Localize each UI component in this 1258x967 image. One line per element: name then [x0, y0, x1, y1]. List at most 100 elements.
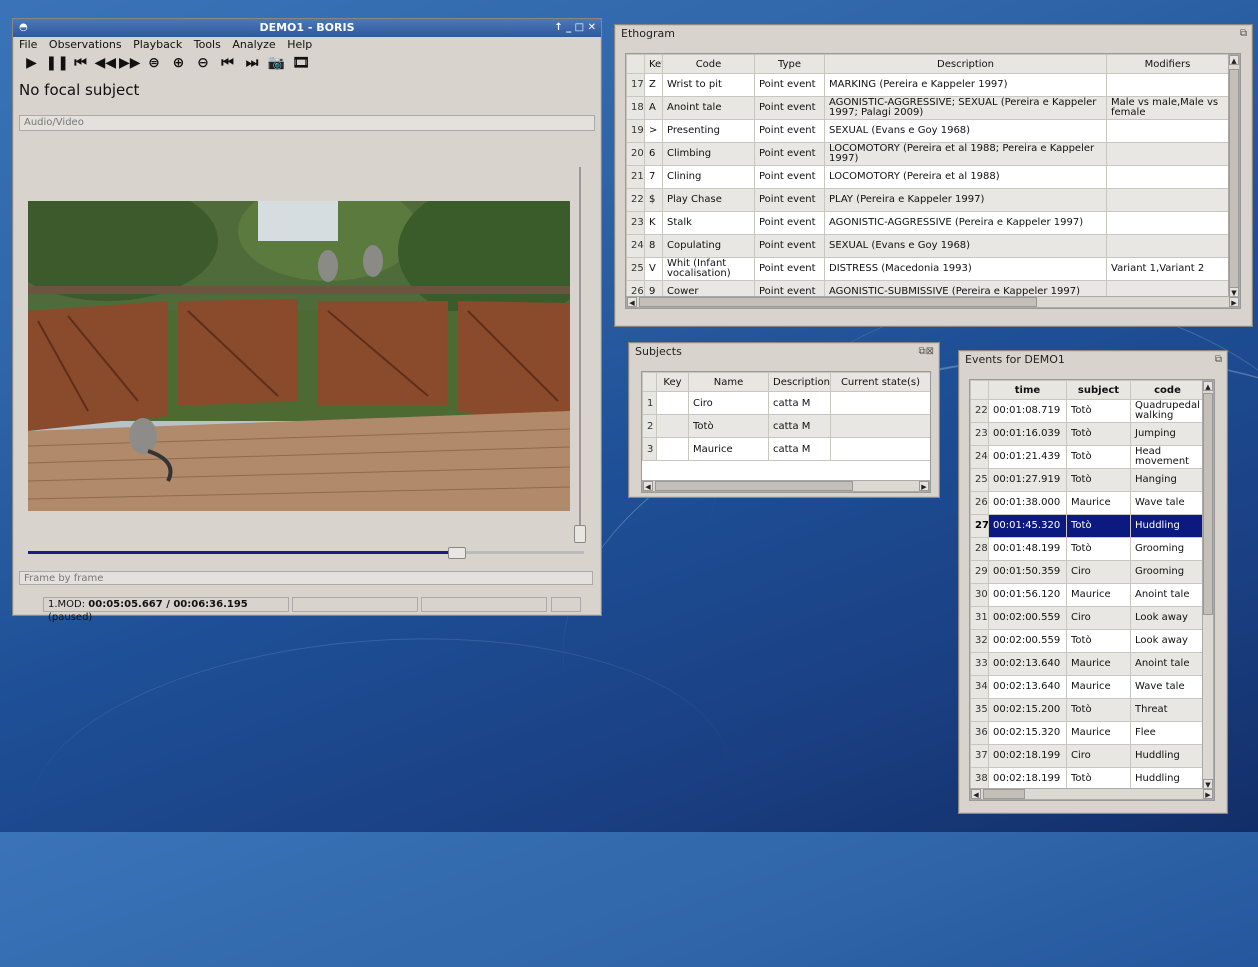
scroll-up-icon[interactable]: ▲	[1229, 55, 1239, 65]
snapshot-camera-icon[interactable]: 📷	[266, 53, 287, 73]
ethogram-cell-description[interactable]: DISTRESS (Macedonia 1993)	[824, 257, 1107, 281]
reset-icon[interactable]: ⏮	[70, 53, 91, 73]
ethogram-cell-description[interactable]: LOCOMOTORY (Pereira et al 1988; Pereira …	[824, 142, 1107, 166]
menu-analyze[interactable]: Analyze	[232, 38, 275, 51]
event-row[interactable]: 22 00:01:08.719 Totò Quadrupedal walking	[970, 399, 1205, 423]
scroll-right-icon[interactable]: ▶	[919, 481, 929, 491]
events-titlebar[interactable]: Events for DEMO1 ⧉	[959, 351, 1227, 369]
event-cell-subject[interactable]: Totò	[1066, 422, 1131, 446]
rewind-icon[interactable]: ◀◀	[95, 53, 117, 73]
subject-cell-name[interactable]: Ciro	[688, 391, 769, 415]
ethogram-row[interactable]: 21 7 Clining Point event LOCOMOTORY (Pereira…	[626, 165, 1229, 189]
ethogram-cell-code[interactable]: Whit (Infant vocalisation)	[662, 257, 755, 281]
fast-forward-icon[interactable]: ▶▶	[119, 53, 141, 73]
events-hscroll[interactable]: ◀ ▶	[970, 788, 1214, 800]
ethogram-cell-type[interactable]: Point event	[754, 234, 825, 258]
pin-icon[interactable]: ↑	[554, 22, 562, 33]
event-cell-subject[interactable]: Totò	[1066, 537, 1131, 561]
event-row-number[interactable]: 35	[970, 698, 989, 722]
event-cell-code[interactable]: Jumping	[1130, 422, 1205, 446]
ethogram-cell-code[interactable]: Climbing	[662, 142, 755, 166]
event-cell-time[interactable]: 00:01:45.320	[988, 514, 1067, 538]
ethogram-row-number[interactable]: 24	[626, 234, 645, 258]
event-cell-subject[interactable]: Maurice	[1066, 583, 1131, 607]
ethogram-cell-description[interactable]: LOCOMOTORY (Pereira et al 1988)	[824, 165, 1107, 189]
event-cell-time[interactable]: 00:02:15.320	[988, 721, 1067, 745]
subject-row-number[interactable]: 3	[642, 437, 657, 461]
ethogram-cell-description[interactable]: AGONISTIC-AGGRESSIVE; SEXUAL (Pereira e …	[824, 96, 1107, 120]
ethogram-header-modifiers[interactable]: Modifiers	[1106, 54, 1229, 74]
ethogram-titlebar[interactable]: Ethogram ⧉	[615, 25, 1252, 43]
speed-up-icon[interactable]: ⊕	[168, 53, 189, 73]
event-cell-code[interactable]: Grooming	[1130, 537, 1205, 561]
event-cell-time[interactable]: 00:02:18.199	[988, 744, 1067, 768]
ethogram-row[interactable]: 25 V Whit (Infant vocalisation) Point event…	[626, 257, 1229, 281]
ethogram-cell-modifiers[interactable]: Variant 1,Variant 2	[1106, 257, 1229, 281]
event-cell-time[interactable]: 00:02:00.559	[988, 606, 1067, 630]
event-row[interactable]: 33 00:02:13.640 Maurice Anoint tale	[970, 652, 1205, 676]
event-cell-subject[interactable]: Totò	[1066, 468, 1131, 492]
ethogram-cell-key[interactable]: >	[644, 119, 663, 143]
event-row[interactable]: 32 00:02:00.559 Totò Look away	[970, 629, 1205, 653]
event-row[interactable]: 34 00:02:13.640 Maurice Wave tale	[970, 675, 1205, 699]
event-cell-code[interactable]: Wave tale	[1130, 675, 1205, 699]
event-row-number[interactable]: 34	[970, 675, 989, 699]
ethogram-cell-modifiers[interactable]	[1106, 234, 1229, 258]
event-cell-code[interactable]: Grooming	[1130, 560, 1205, 584]
ethogram-vscroll[interactable]: ▲ ▼	[1228, 54, 1240, 298]
ethogram-cell-code[interactable]: Anoint tale	[662, 96, 755, 120]
event-cell-subject[interactable]: Maurice	[1066, 675, 1131, 699]
ethogram-cell-type[interactable]: Point event	[754, 257, 825, 281]
pause-icon[interactable]: ❚❚	[46, 53, 69, 73]
events-header-subject[interactable]: subject	[1066, 380, 1131, 400]
subject-cell-key[interactable]	[656, 391, 689, 415]
event-row[interactable]: 36 00:02:15.320 Maurice Flee	[970, 721, 1205, 745]
speed-down-icon[interactable]: ⊖	[193, 53, 214, 73]
scroll-right-icon[interactable]: ▶	[1203, 789, 1213, 799]
ethogram-row-number[interactable]: 23	[626, 211, 645, 235]
ethogram-cell-key[interactable]: 8	[644, 234, 663, 258]
subject-row-number[interactable]: 2	[642, 414, 657, 438]
volume-slider-handle[interactable]	[574, 525, 586, 543]
event-row[interactable]: 24 00:01:21.439 Totò Head movement	[970, 445, 1205, 469]
event-cell-code[interactable]: Look away	[1130, 606, 1205, 630]
event-row-number[interactable]: 36	[970, 721, 989, 745]
ethogram-cell-type[interactable]: Point event	[754, 119, 825, 143]
event-row[interactable]: 31 00:02:00.559 Ciro Look away	[970, 606, 1205, 630]
event-cell-subject[interactable]: Totò	[1066, 445, 1131, 469]
subjects-header-name[interactable]: Name	[688, 372, 769, 392]
event-cell-subject[interactable]: Maurice	[1066, 652, 1131, 676]
ethogram-cell-code[interactable]: Copulating	[662, 234, 755, 258]
events-header-code[interactable]: code	[1130, 380, 1205, 400]
menu-observations[interactable]: Observations	[49, 38, 122, 51]
ethogram-row[interactable]: 22 $ Play Chase Point event PLAY (Pereira e …	[626, 188, 1229, 212]
event-cell-time[interactable]: 00:01:56.120	[988, 583, 1067, 607]
subjects-titlebar[interactable]: Subjects ⧉⊠	[629, 343, 939, 361]
event-cell-code[interactable]: Look away	[1130, 629, 1205, 653]
subject-row[interactable]: 3 Maurice catta M	[642, 437, 930, 461]
next-media-icon[interactable]: ⏭	[242, 53, 263, 73]
event-row-number[interactable]: 23	[970, 422, 989, 446]
ethogram-row[interactable]: 20 6 Climbing Point event LOCOMOTORY (Pereir…	[626, 142, 1229, 166]
event-cell-time[interactable]: 00:02:00.559	[988, 629, 1067, 653]
position-slider-handle[interactable]	[448, 547, 467, 559]
ethogram-cell-modifiers[interactable]	[1106, 142, 1229, 166]
ethogram-cell-modifiers[interactable]: Male vs male,Male vs female	[1106, 96, 1229, 120]
menu-playback[interactable]: Playback	[133, 38, 182, 51]
play-icon[interactable]: ▶	[21, 53, 42, 73]
ethogram-cell-key[interactable]: 7	[644, 165, 663, 189]
ethogram-cell-modifiers[interactable]	[1106, 188, 1229, 212]
event-row-number[interactable]: 25	[970, 468, 989, 492]
event-row[interactable]: 25 00:01:27.919 Totò Hanging	[970, 468, 1205, 492]
ethogram-cell-key[interactable]: 6	[644, 142, 663, 166]
float-icon[interactable]: ⧉	[1215, 351, 1222, 369]
event-row-number[interactable]: 22	[970, 399, 989, 423]
subject-cell-state[interactable]	[830, 414, 930, 438]
event-row[interactable]: 26 00:01:38.000 Maurice Wave tale	[970, 491, 1205, 515]
ethogram-row-number[interactable]: 18	[626, 96, 645, 120]
ethogram-cell-key[interactable]: K	[644, 211, 663, 235]
scroll-left-icon[interactable]: ◀	[643, 481, 653, 491]
ethogram-cell-modifiers[interactable]	[1106, 211, 1229, 235]
ethogram-cell-type[interactable]: Point event	[754, 96, 825, 120]
event-cell-time[interactable]: 00:01:50.359	[988, 560, 1067, 584]
